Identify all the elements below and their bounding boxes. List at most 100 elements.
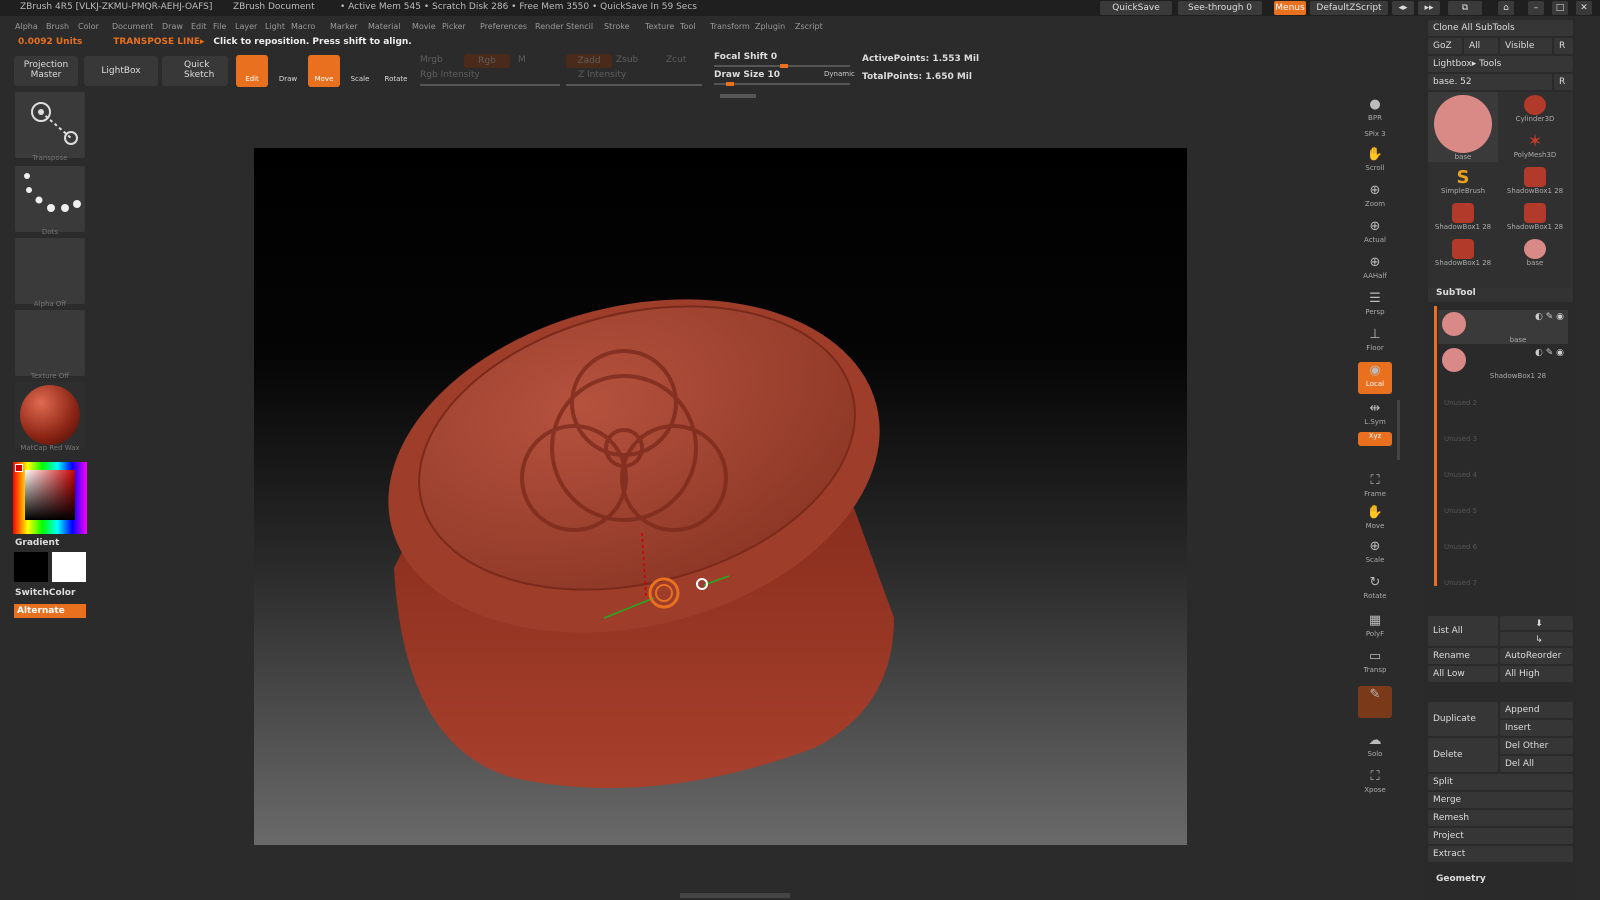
shelf-polyf-button[interactable]: ▦ PolyF <box>1358 612 1392 644</box>
subtool-slot-empty[interactable]: Unused 6 <box>1438 530 1568 564</box>
current-tool-slider[interactable]: base. 52 <box>1428 74 1552 90</box>
subtool-slot-empty[interactable]: Unused 3 <box>1438 422 1568 456</box>
projection-master-button[interactable]: Projection Master <box>14 56 78 86</box>
tool-polymesh3d[interactable]: ✶ PolyMesh3D <box>1500 128 1570 164</box>
duplicate-button[interactable]: Duplicate <box>1428 702 1498 736</box>
quicksave-button[interactable]: QuickSave <box>1100 1 1172 15</box>
draw-size-slider[interactable] <box>714 82 850 86</box>
subtool-slot-empty[interactable]: Unused 7 <box>1438 566 1568 600</box>
visibility-icon[interactable]: ◐ ✎ ◉ <box>1535 348 1564 358</box>
menu-alpha[interactable]: Alpha <box>15 22 38 31</box>
shelf-transp-button[interactable]: ▭ Transp <box>1358 648 1392 680</box>
goz-all-button[interactable]: All <box>1464 38 1498 54</box>
split-button[interactable]: Split <box>1428 774 1573 790</box>
shelf-frame-button[interactable]: ⛶ Frame <box>1358 472 1392 504</box>
menu-zscript[interactable]: Zscript <box>795 22 823 31</box>
tool-shadowbox1-28[interactable]: ShadowBox1 28 <box>1500 200 1570 236</box>
delete-button[interactable]: Delete <box>1428 738 1498 772</box>
geometry-header[interactable]: Geometry <box>1428 874 1573 888</box>
dynamic-toggle[interactable]: Dynamic <box>824 70 855 78</box>
shelf-bpr-button[interactable]: ● BPR <box>1358 96 1392 128</box>
default-zscript-button[interactable]: DefaultZScript <box>1310 1 1388 15</box>
move-subtool-icon[interactable]: ↳ <box>1500 632 1573 646</box>
toolbar-collapse-handle[interactable] <box>720 94 756 98</box>
lightbox-button[interactable]: LightBox <box>84 56 158 86</box>
menus-button[interactable]: Menus <box>1274 1 1306 15</box>
prev-icon[interactable]: ◂▸ <box>1392 1 1414 15</box>
menu-draw[interactable]: Draw <box>162 22 183 31</box>
tool-base[interactable]: base <box>1428 92 1498 162</box>
layout-icon[interactable]: ⧉ <box>1448 1 1482 15</box>
clone-all-subtools-button[interactable]: Clone All SubTools <box>1428 20 1573 36</box>
menu-stroke[interactable]: Stroke <box>604 22 630 31</box>
move-down-icon[interactable]: ⬇ <box>1500 616 1573 630</box>
menu-zplugin[interactable]: Zplugin <box>755 22 785 31</box>
color-picker-square[interactable] <box>25 470 75 520</box>
lightbox-tools-button[interactable]: Lightbox▸ Tools <box>1428 56 1573 72</box>
z-intensity-slider[interactable] <box>566 84 702 86</box>
menu-edit[interactable]: Edit <box>191 22 207 31</box>
minimize-icon[interactable]: – <box>1528 1 1544 15</box>
next-icon[interactable]: ▸▸ <box>1418 1 1440 15</box>
menu-brush[interactable]: Brush <box>46 22 69 31</box>
shelf-move-button[interactable]: ✋ Move <box>1358 504 1392 536</box>
menu-render[interactable]: Render <box>535 22 563 31</box>
scale-button[interactable]: Scale <box>344 55 376 87</box>
tool-shadowbox1-28[interactable]: ShadowBox1 28 <box>1428 200 1498 236</box>
mrgb-button[interactable]: Mrgb <box>420 55 443 65</box>
bottom-shelf-handle[interactable] <box>680 893 790 898</box>
extract-button[interactable]: Extract <box>1428 846 1573 862</box>
rotate-button[interactable]: Rotate <box>380 55 412 87</box>
list-all-button[interactable]: List All <box>1428 616 1498 646</box>
shelf-actual-button[interactable]: ⊕ Actual <box>1358 218 1392 250</box>
tool-r-button[interactable]: R <box>1554 74 1573 90</box>
maximize-icon[interactable]: □ <box>1552 1 1568 15</box>
remesh-button[interactable]: Remesh <box>1428 810 1573 826</box>
shelf-xpose-button[interactable]: ⛶ Xpose <box>1358 768 1392 800</box>
stroke-thumbnail[interactable] <box>15 166 85 232</box>
subtool-slot-empty[interactable]: Unused 4 <box>1438 458 1568 492</box>
all-low-button[interactable]: All Low <box>1428 666 1498 682</box>
edit-button[interactable]: Edit <box>236 55 268 87</box>
zsub-button[interactable]: Zsub <box>616 55 638 65</box>
shelf-persp-button[interactable]: ☰ Persp <box>1358 290 1392 322</box>
alternate-button[interactable]: Alternate <box>14 604 86 618</box>
del-all-button[interactable]: Del All <box>1500 756 1573 772</box>
project-button[interactable]: Project <box>1428 828 1573 844</box>
move-button[interactable]: Move <box>308 55 340 87</box>
model-viewport[interactable] <box>254 148 1187 845</box>
right-scrollbar[interactable] <box>1397 400 1400 460</box>
menu-stencil[interactable]: Stencil <box>566 22 593 31</box>
subtool-item-base[interactable]: ◐ ✎ ◉ base <box>1438 310 1568 344</box>
shelf-zoom-button[interactable]: ⊕ Zoom <box>1358 182 1392 214</box>
menu-material[interactable]: Material <box>368 22 401 31</box>
focal-shift-slider[interactable] <box>714 64 850 68</box>
subtool-slot-empty[interactable]: Unused 2 <box>1438 386 1568 420</box>
append-button[interactable]: Append <box>1500 702 1573 718</box>
autoreorder-button[interactable]: AutoReorder <box>1500 648 1573 664</box>
alpha-thumbnail[interactable] <box>15 238 85 304</box>
rgb-intensity-slider[interactable] <box>420 84 560 86</box>
menu-file[interactable]: File <box>213 22 226 31</box>
tool-shadowbox1-28[interactable]: ShadowBox1 28 <box>1500 164 1570 200</box>
switch-color-button[interactable]: SwitchColor <box>15 588 75 598</box>
shelf-xyz-button[interactable]: Xyz <box>1358 432 1392 446</box>
see-through-slider[interactable]: See-through 0 <box>1178 1 1262 15</box>
zcut-button[interactable]: Zcut <box>666 55 686 65</box>
subtool-item-shadowbox1-28[interactable]: ◐ ✎ ◉ ShadowBox1 28 <box>1438 346 1568 380</box>
tool-cylinder3d[interactable]: Cylinder3D <box>1500 92 1570 128</box>
del-other-button[interactable]: Del Other <box>1500 738 1573 754</box>
menu-tool[interactable]: Tool <box>680 22 696 31</box>
tool-base[interactable]: base <box>1500 236 1570 272</box>
all-high-button[interactable]: All High <box>1500 666 1573 682</box>
menu-movie[interactable]: Movie <box>412 22 436 31</box>
document-canvas[interactable] <box>254 148 1187 845</box>
menu-macro[interactable]: Macro <box>291 22 315 31</box>
shelf-local-button[interactable]: ◉ Local <box>1358 362 1392 394</box>
visible-button[interactable]: Visible <box>1500 38 1552 54</box>
shelf-spix-3-button[interactable]: SPix 3 <box>1358 130 1392 144</box>
menu-layer[interactable]: Layer <box>235 22 257 31</box>
subtool-header[interactable]: SubTool <box>1428 288 1573 302</box>
subtool-slot-empty[interactable]: Unused 5 <box>1438 494 1568 528</box>
primary-color-swatch[interactable] <box>14 552 48 582</box>
